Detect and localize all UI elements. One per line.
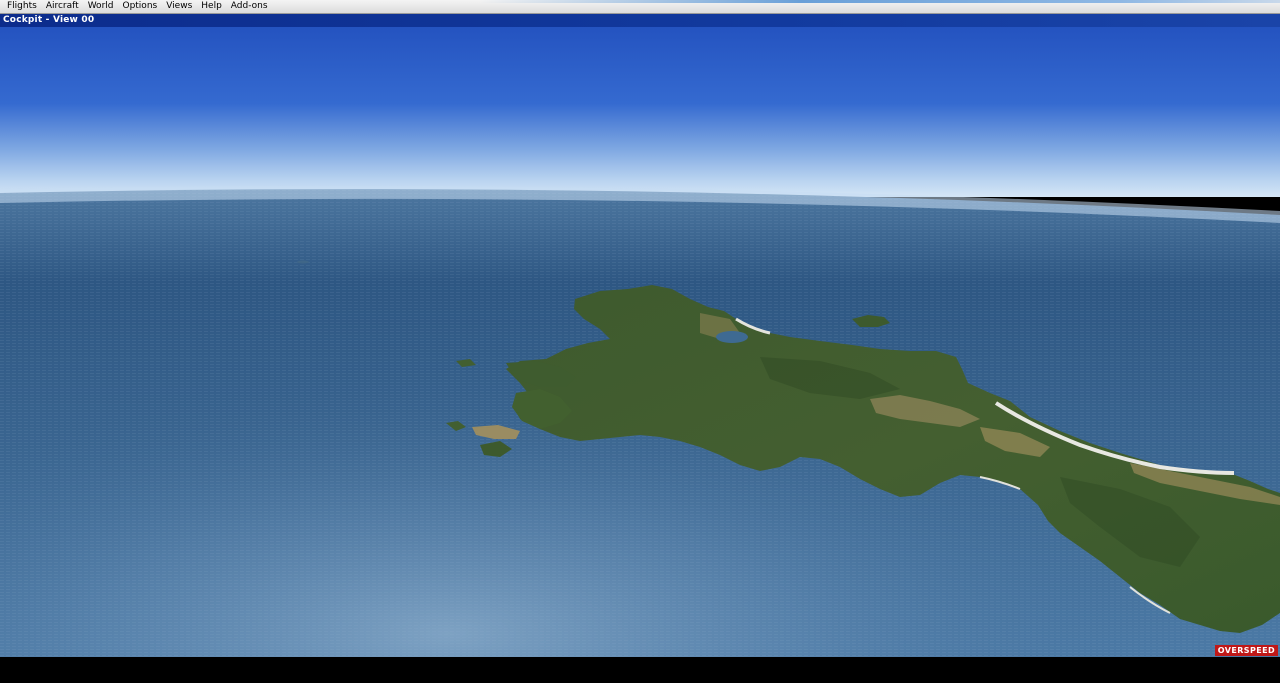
view-title-bar[interactable]: Cockpit - View 00 (0, 14, 1280, 27)
menu-flights[interactable]: Flights (3, 0, 41, 13)
menu-world[interactable]: World (84, 0, 118, 13)
flight-sim-window: Flights Aircraft World Options Views Hel… (0, 0, 1280, 683)
overspeed-warning: OVERSPEED (1214, 645, 1278, 656)
sky (0, 27, 1280, 197)
menu-add-ons[interactable]: Add-ons (227, 0, 272, 13)
3d-scenery-view[interactable] (0, 27, 1280, 657)
islet-distant (297, 260, 309, 264)
view-title: Cockpit - View 00 (3, 15, 95, 25)
titlebar-gradient (480, 0, 1280, 3)
menu-help[interactable]: Help (197, 0, 226, 13)
menu-aircraft[interactable]: Aircraft (42, 0, 83, 13)
lagoon (716, 331, 748, 343)
menu-views[interactable]: Views (162, 0, 196, 13)
menu-options[interactable]: Options (118, 0, 161, 13)
menu-bar: Flights Aircraft World Options Views Hel… (0, 0, 1280, 14)
bottom-bar: OVERSPEED (0, 645, 1280, 683)
scenery-canvas (0, 27, 1280, 657)
